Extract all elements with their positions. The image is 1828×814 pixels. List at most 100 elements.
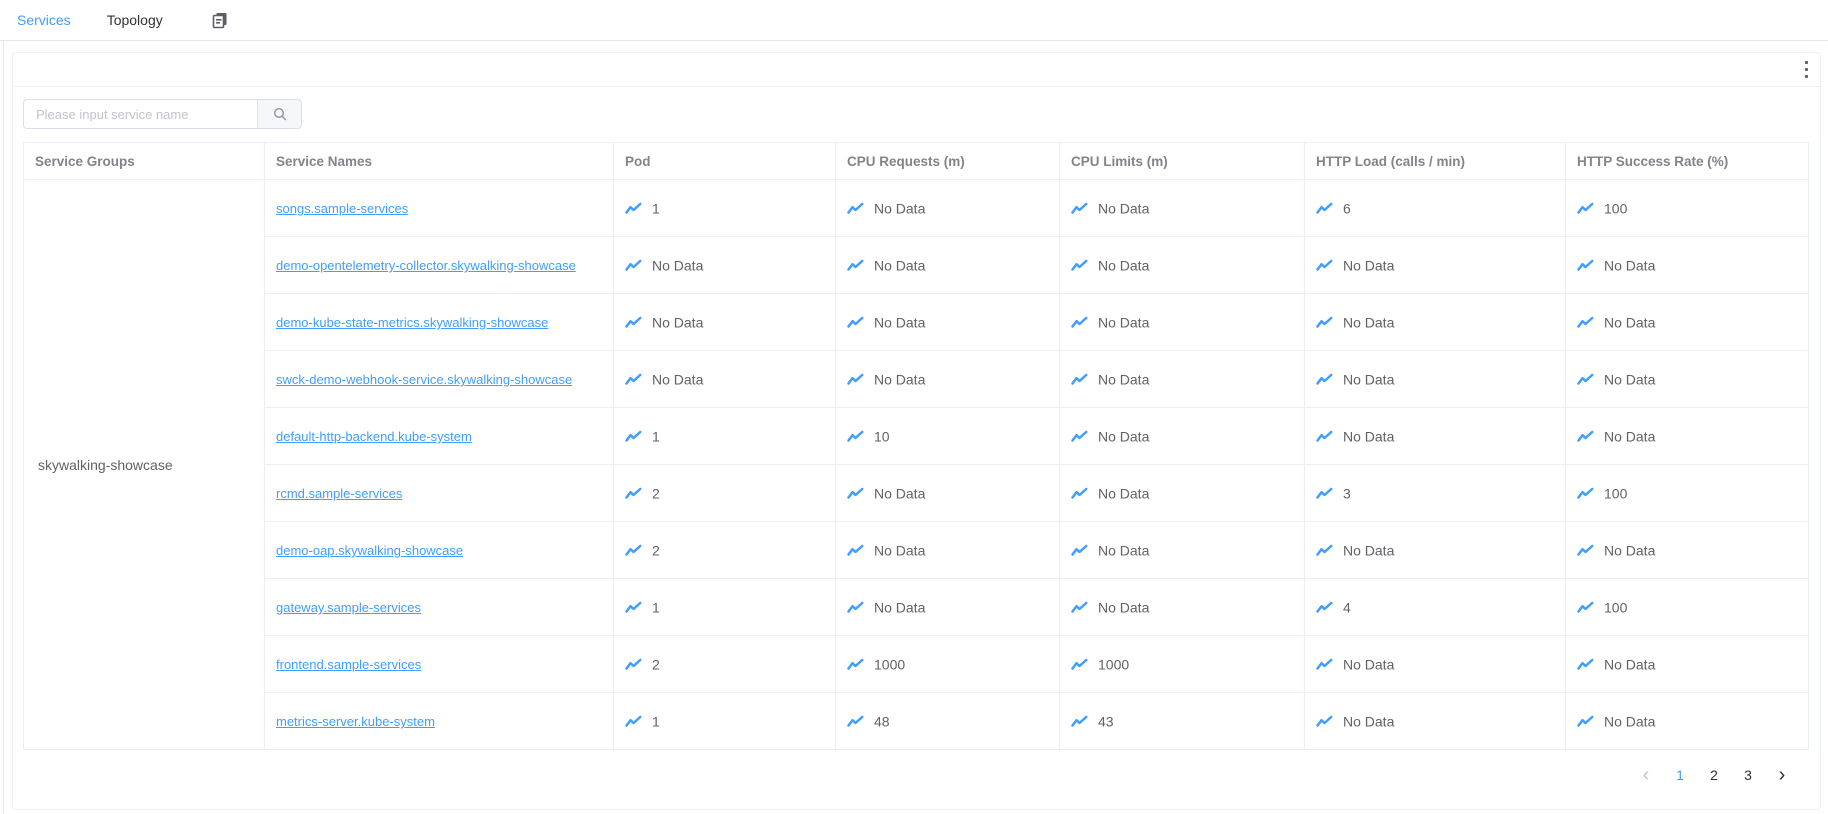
more-options-icon[interactable] [1802, 58, 1811, 81]
trend-chart-icon[interactable] [1316, 202, 1333, 215]
trend-chart-icon[interactable] [847, 487, 864, 500]
metric-cell: 1 [614, 180, 836, 237]
service-link[interactable]: rcmd.sample-services [276, 486, 402, 501]
service-link[interactable]: demo-kube-state-metrics.skywalking-showc… [276, 315, 548, 330]
trend-chart-icon[interactable] [1316, 658, 1333, 671]
trend-chart-icon[interactable] [847, 658, 864, 671]
service-link[interactable]: frontend.sample-services [276, 657, 421, 672]
search-button[interactable] [257, 99, 302, 129]
trend-chart-icon[interactable] [625, 487, 642, 500]
search-input[interactable] [23, 99, 257, 129]
trend-chart-icon[interactable] [1577, 487, 1594, 500]
trend-chart-icon[interactable] [1316, 316, 1333, 329]
trend-chart-icon[interactable] [847, 373, 864, 386]
trend-chart-icon[interactable] [1577, 373, 1594, 386]
metric-value: No Data [1343, 543, 1394, 559]
service-link[interactable]: swck-demo-webhook-service.skywalking-sho… [276, 372, 572, 387]
trend-chart-icon[interactable] [625, 658, 642, 671]
page-number-2[interactable]: 2 [1700, 761, 1728, 789]
trend-chart-icon[interactable] [1071, 373, 1088, 386]
metric-cell: 6 [1305, 180, 1566, 237]
tab-topology[interactable]: Topology [107, 12, 163, 28]
trend-chart-icon[interactable] [847, 544, 864, 557]
trend-chart-icon[interactable] [1316, 601, 1333, 614]
trend-chart-icon[interactable] [1577, 316, 1594, 329]
trend-chart-icon[interactable] [847, 316, 864, 329]
service-link[interactable]: metrics-server.kube-system [276, 714, 435, 729]
metric-value: No Data [1604, 429, 1655, 445]
column-header: HTTP Load (calls / min) [1305, 143, 1566, 180]
trend-chart-icon[interactable] [625, 601, 642, 614]
service-link[interactable]: default-http-backend.kube-system [276, 429, 472, 444]
page-number-3[interactable]: 3 [1734, 761, 1762, 789]
metric-value: 100 [1604, 600, 1627, 616]
trend-chart-icon[interactable] [847, 430, 864, 443]
metric-cell: No Data [1566, 636, 1809, 693]
service-link[interactable]: demo-oap.skywalking-showcase [276, 543, 463, 558]
trend-chart-icon[interactable] [1316, 487, 1333, 500]
trend-chart-icon[interactable] [1071, 487, 1088, 500]
metric-cell: No Data [1305, 237, 1566, 294]
copy-document-icon[interactable] [211, 11, 229, 29]
trend-chart-icon[interactable] [1071, 658, 1088, 671]
trend-chart-icon[interactable] [1577, 715, 1594, 728]
metric-value: 1 [652, 600, 660, 616]
trend-chart-icon[interactable] [1577, 544, 1594, 557]
trend-chart-icon[interactable] [625, 544, 642, 557]
service-link[interactable]: gateway.sample-services [276, 600, 421, 615]
trend-chart-icon[interactable] [625, 373, 642, 386]
trend-chart-icon[interactable] [847, 259, 864, 272]
trend-chart-icon[interactable] [1316, 259, 1333, 272]
metric-cell: No Data [614, 351, 836, 408]
trend-chart-icon[interactable] [1316, 430, 1333, 443]
trend-chart-icon[interactable] [1071, 259, 1088, 272]
trend-chart-icon[interactable] [1071, 202, 1088, 215]
metric-cell: No Data [1305, 522, 1566, 579]
metric-value: No Data [1604, 315, 1655, 331]
service-name-cell: swck-demo-webhook-service.skywalking-sho… [265, 351, 614, 408]
trend-chart-icon[interactable] [1316, 715, 1333, 728]
table-row: skywalking-showcasesongs.sample-services… [24, 180, 1809, 237]
trend-chart-icon[interactable] [1577, 658, 1594, 671]
trend-chart-icon[interactable] [1071, 316, 1088, 329]
metric-cell: No Data [1060, 579, 1305, 636]
tab-services[interactable]: Services [17, 12, 71, 28]
metric-value: No Data [1098, 315, 1149, 331]
metric-value: No Data [1343, 657, 1394, 673]
trend-chart-icon[interactable] [1316, 373, 1333, 386]
prev-page-icon[interactable]: ‹ [1632, 761, 1660, 789]
trend-chart-icon[interactable] [1577, 601, 1594, 614]
page-number-1[interactable]: 1 [1666, 761, 1694, 789]
search-icon [273, 107, 287, 121]
metric-value: No Data [874, 543, 925, 559]
trend-chart-icon[interactable] [1577, 202, 1594, 215]
trend-chart-icon[interactable] [1316, 544, 1333, 557]
services-table: Service GroupsService NamesPodCPU Reques… [23, 142, 1809, 750]
service-link[interactable]: songs.sample-services [276, 201, 408, 216]
trend-chart-icon[interactable] [625, 430, 642, 443]
service-link[interactable]: demo-opentelemetry-collector.skywalking-… [276, 258, 576, 273]
metric-value: 6 [1343, 201, 1351, 217]
trend-chart-icon[interactable] [1071, 544, 1088, 557]
metric-value: No Data [1098, 372, 1149, 388]
trend-chart-icon[interactable] [625, 202, 642, 215]
metric-cell: 1000 [836, 636, 1060, 693]
trend-chart-icon[interactable] [1071, 715, 1088, 728]
trend-chart-icon[interactable] [625, 259, 642, 272]
trend-chart-icon[interactable] [847, 715, 864, 728]
trend-chart-icon[interactable] [625, 316, 642, 329]
trend-chart-icon[interactable] [1577, 430, 1594, 443]
trend-chart-icon[interactable] [1071, 430, 1088, 443]
trend-chart-icon[interactable] [625, 715, 642, 728]
next-page-icon[interactable]: › [1768, 761, 1796, 789]
metric-cell: No Data [836, 465, 1060, 522]
metric-cell: 100 [1566, 579, 1809, 636]
trend-chart-icon[interactable] [1071, 601, 1088, 614]
metric-value: No Data [874, 372, 925, 388]
trend-chart-icon[interactable] [847, 601, 864, 614]
metric-value: 48 [874, 714, 890, 730]
search-bar [23, 99, 1810, 129]
metric-cell: No Data [1305, 693, 1566, 750]
trend-chart-icon[interactable] [847, 202, 864, 215]
trend-chart-icon[interactable] [1577, 259, 1594, 272]
